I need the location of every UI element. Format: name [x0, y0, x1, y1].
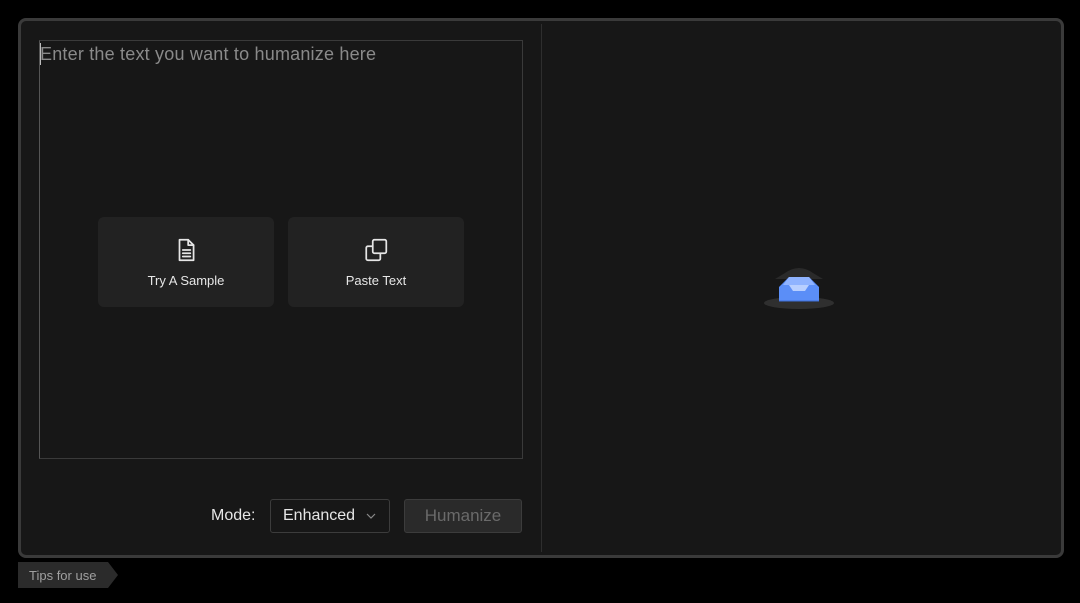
paste-text-label: Paste Text: [345, 272, 407, 288]
humanize-button[interactable]: Humanize: [404, 499, 522, 533]
tips-for-use-tab[interactable]: Tips for use: [18, 562, 118, 588]
try-sample-label: Try A Sample: [147, 272, 225, 288]
copy-icon: [365, 238, 388, 261]
paste-text-button[interactable]: Paste Text: [288, 217, 464, 307]
mode-select[interactable]: Enhanced: [270, 499, 390, 533]
document-icon: [178, 238, 195, 261]
empty-inbox-icon: [764, 268, 834, 309]
input-textarea[interactable]: Enter the text you want to humanize here…: [39, 40, 523, 459]
input-placeholder: Enter the text you want to humanize here: [40, 44, 377, 64]
mode-select-value: Enhanced: [283, 507, 356, 524]
mode-label: Mode:: [211, 507, 256, 524]
panel-divider: [541, 24, 542, 552]
chevron-down-icon: [366, 513, 376, 519]
try-sample-button[interactable]: Try A Sample: [98, 217, 274, 307]
humanizer-panel: Enter the text you want to humanize here…: [18, 18, 1064, 558]
